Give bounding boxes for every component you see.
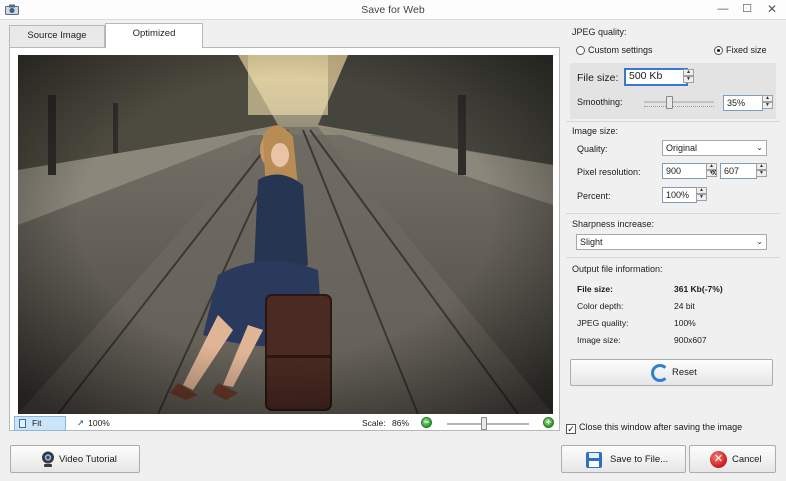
- spin-up-icon[interactable]: ▲: [756, 163, 767, 170]
- smoothing-spinner[interactable]: ▲ ▼: [762, 95, 773, 109]
- actual-size-icon: ↗: [77, 418, 85, 428]
- reset-button[interactable]: Reset: [570, 359, 773, 386]
- smoothing-slider-track[interactable]: [644, 101, 714, 103]
- floppy-disk-icon: [586, 452, 602, 468]
- close-after-save-label: Close this window after saving the image: [579, 422, 743, 432]
- spin-up-icon[interactable]: ▲: [696, 187, 707, 194]
- smoothing-label: Smoothing:: [577, 97, 623, 107]
- fixed-size-radio[interactable]: Fixed size: [714, 45, 767, 55]
- sharpness-title: Sharpness increase:: [572, 219, 655, 229]
- smoothing-slider-ticks: [644, 104, 714, 107]
- save-to-file-button[interactable]: Save to File...: [561, 445, 686, 473]
- spin-down-icon[interactable]: ▼: [696, 194, 707, 201]
- cancel-x-icon: ✕: [710, 451, 727, 468]
- actual-size-label: 100%: [88, 418, 110, 428]
- color-depth-value: 24 bit: [674, 301, 695, 311]
- sharpness-select-value: Slight: [580, 237, 603, 247]
- refresh-icon: [651, 364, 669, 382]
- close-button[interactable]: ✕: [758, 0, 786, 20]
- sharpness-select[interactable]: Slight ⌄: [576, 234, 767, 250]
- pixel-resolution-label: Pixel resolution:: [577, 167, 641, 177]
- title-bar: Save for Web — ☐ ✕: [0, 0, 786, 20]
- file-size-group: File size: 500 Kb ▲ ▼ Smoothing: 35% ▲ ▼: [570, 63, 776, 119]
- checkbox-check-icon: ✓: [566, 424, 576, 434]
- cancel-button[interactable]: ✕ Cancel: [689, 445, 776, 473]
- width-input[interactable]: 900: [662, 163, 707, 179]
- preview-image[interactable]: [18, 55, 553, 414]
- window-title: Save for Web: [361, 4, 425, 16]
- zoom-slider-track[interactable]: [447, 423, 529, 425]
- image-size-info-value: 900x607: [674, 335, 707, 345]
- save-to-file-label: Save to File...: [610, 453, 669, 465]
- scale-value: 86%: [392, 418, 410, 428]
- spin-up-icon[interactable]: ▲: [762, 95, 773, 102]
- custom-settings-label: Custom settings: [588, 45, 653, 55]
- close-after-save-checkbox[interactable]: ✓ Close this window after saving the imag…: [566, 422, 742, 434]
- divider: [566, 257, 780, 258]
- preview-panel: Fit ↗ 100% Scale: 86% − +: [9, 47, 560, 431]
- output-file-size-value: 361 Kb(-7%): [674, 284, 723, 294]
- custom-settings-radio-dot: [576, 46, 585, 55]
- zoom-slider-thumb[interactable]: [481, 417, 488, 430]
- zoom-in-icon[interactable]: +: [543, 417, 554, 428]
- fit-icon: [19, 419, 26, 428]
- minimize-button[interactable]: —: [712, 0, 734, 20]
- fixed-size-label: Fixed size: [726, 45, 767, 55]
- actual-size-button[interactable]: ↗ 100%: [77, 418, 110, 429]
- fit-button[interactable]: Fit: [14, 416, 66, 431]
- smoothing-slider-thumb[interactable]: [666, 96, 674, 109]
- image-size-info-label: Image size:: [577, 335, 621, 345]
- color-depth-label: Color depth:: [577, 301, 624, 311]
- output-file-size-label: File size:: [577, 284, 613, 294]
- file-size-label: File size:: [577, 72, 619, 84]
- reset-label: Reset: [672, 367, 697, 378]
- height-input[interactable]: 607: [720, 163, 757, 179]
- resolution-separator: x: [712, 167, 717, 177]
- fixed-size-radio-dot: [714, 46, 723, 55]
- webcam-icon: [42, 451, 54, 467]
- video-tutorial-button[interactable]: Video Tutorial: [10, 445, 140, 473]
- maximize-button[interactable]: ☐: [736, 0, 758, 20]
- jpeg-quality-title: JPEG quality:: [572, 27, 627, 37]
- percent-spinner[interactable]: ▲ ▼: [696, 187, 707, 201]
- spin-down-icon[interactable]: ▼: [756, 170, 767, 177]
- smoothing-input[interactable]: 35%: [723, 95, 763, 111]
- quality-select-value: Original: [666, 143, 698, 153]
- jpeg-quality-info-label: JPEG quality:: [577, 318, 629, 328]
- height-spinner[interactable]: ▲ ▼: [756, 163, 767, 177]
- fit-label: Fit: [32, 418, 42, 428]
- video-tutorial-label: Video Tutorial: [59, 453, 117, 465]
- cancel-label: Cancel: [732, 453, 762, 465]
- chevron-down-icon: ⌄: [756, 237, 763, 246]
- scale-label: Scale:: [362, 418, 386, 428]
- window-client: Source Image Optimized Fit ↗ 100% Scale:…: [0, 20, 786, 481]
- jpeg-quality-info-value: 100%: [674, 318, 696, 328]
- quality-label: Quality:: [577, 144, 608, 154]
- image-size-title: Image size:: [572, 126, 619, 136]
- divider: [566, 121, 780, 122]
- spin-down-icon[interactable]: ▼: [683, 76, 694, 83]
- chevron-down-icon: ⌄: [756, 143, 763, 152]
- custom-settings-radio[interactable]: Custom settings: [576, 45, 653, 55]
- tab-source-image[interactable]: Source Image: [9, 25, 105, 47]
- zoom-out-icon[interactable]: −: [421, 417, 432, 428]
- divider: [566, 213, 780, 214]
- spin-up-icon[interactable]: ▲: [683, 69, 694, 76]
- file-size-input[interactable]: 500 Kb: [624, 68, 688, 86]
- quality-select[interactable]: Original ⌄: [662, 140, 767, 156]
- output-info-title: Output file information:: [572, 264, 663, 274]
- file-size-spinner[interactable]: ▲ ▼: [683, 69, 694, 83]
- percent-input[interactable]: 100%: [662, 187, 697, 203]
- spin-down-icon[interactable]: ▼: [762, 102, 773, 109]
- percent-label: Percent:: [577, 191, 611, 201]
- tab-optimized[interactable]: Optimized: [105, 23, 203, 48]
